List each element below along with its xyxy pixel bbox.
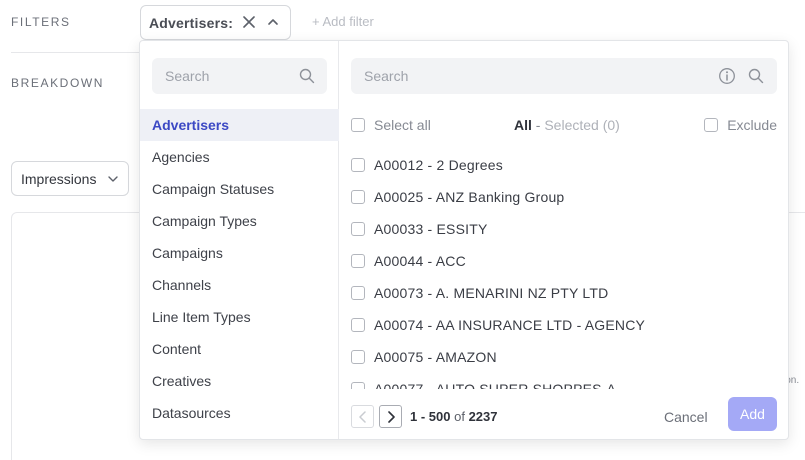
checkbox[interactable]	[351, 118, 365, 132]
info-icon[interactable]	[718, 67, 736, 85]
option-search-input[interactable]: Search	[351, 58, 777, 94]
advertisers-filter-chip[interactable]: Advertisers:	[140, 5, 291, 40]
checkbox[interactable]	[351, 222, 365, 236]
add-filter-button[interactable]: + Add filter	[312, 14, 374, 29]
checkbox[interactable]	[351, 286, 365, 300]
chevron-up-icon[interactable]	[267, 16, 279, 28]
option-label: A00073 - A. MENARINI NZ PTY LTD	[374, 285, 609, 301]
checkbox[interactable]	[704, 118, 719, 132]
filters-label: FILTERS	[11, 15, 71, 29]
option-label: A00012 - 2 Degrees	[374, 157, 503, 173]
selection-controls: Select all All - Selected (0) Exclude	[351, 115, 777, 135]
selection-toggle: All - Selected (0)	[514, 117, 620, 133]
page-total: 2237	[468, 409, 498, 424]
chevron-right-icon	[388, 411, 395, 423]
select-all-checkbox[interactable]: Select all	[351, 117, 431, 133]
option-label: A00077 - AUTO SUPER SHOPPES-A	[374, 381, 617, 389]
checkbox[interactable]	[351, 254, 365, 268]
option-list: A00012 - 2 Degrees A00025 - ANZ Banking …	[351, 149, 781, 389]
list-item[interactable]: A00033 - ESSITY	[351, 213, 781, 245]
category-item-agencies[interactable]: Agencies	[140, 141, 339, 173]
list-item[interactable]: A00044 - ACC	[351, 245, 781, 277]
option-label: A00025 - ANZ Banking Group	[374, 189, 565, 205]
category-list: Advertisers Agencies Campaign Statuses C…	[140, 109, 339, 439]
filter-chip-label: Advertisers:	[149, 14, 234, 31]
category-item-campaign-types[interactable]: Campaign Types	[140, 205, 339, 237]
category-search-input[interactable]: Search	[152, 58, 327, 94]
prev-page-button[interactable]	[351, 405, 374, 428]
select-all-label: Select all	[374, 117, 431, 133]
category-item-advertisers[interactable]: Advertisers	[140, 109, 339, 141]
metric-select-value: Impressions	[21, 170, 97, 187]
metric-select[interactable]: Impressions	[11, 161, 129, 196]
category-item-campaigns[interactable]: Campaigns	[140, 237, 339, 269]
checkbox[interactable]	[351, 382, 365, 389]
checkbox[interactable]	[351, 190, 365, 204]
checkbox[interactable]	[351, 350, 365, 364]
chevron-left-icon	[359, 411, 366, 423]
next-page-button[interactable]	[379, 405, 402, 428]
exclude-label: Exclude	[727, 117, 777, 133]
option-label: A00074 - AA INSURANCE LTD - AGENCY	[374, 317, 646, 333]
list-item[interactable]: A00025 - ANZ Banking Group	[351, 181, 781, 213]
checkbox[interactable]	[351, 158, 365, 172]
filter-dropdown: Search Advertisers Agencies Campaign Sta…	[139, 40, 789, 440]
option-search-placeholder: Search	[364, 68, 409, 84]
divider	[11, 52, 139, 53]
category-item-datasources[interactable]: Datasources	[140, 397, 339, 429]
dropdown-footer: 1 - 500 of 2237 Cancel Add	[339, 397, 788, 437]
list-item[interactable]: A00012 - 2 Degrees	[351, 149, 781, 181]
add-button[interactable]: Add	[728, 397, 777, 431]
list-item[interactable]: A00075 - AMAZON	[351, 341, 781, 373]
breakdown-label: BREAKDOWN	[11, 76, 105, 90]
category-item-line-item-types[interactable]: Line Item Types	[140, 301, 339, 333]
close-icon[interactable]	[242, 15, 256, 29]
category-item-content[interactable]: Content	[140, 333, 339, 365]
checkbox[interactable]	[351, 318, 365, 332]
pagination-info: 1 - 500 of 2237	[410, 409, 498, 424]
search-icon	[748, 68, 764, 84]
all-tab[interactable]: All	[514, 117, 532, 133]
category-search-placeholder: Search	[165, 68, 210, 84]
list-item[interactable]: A00074 - AA INSURANCE LTD - AGENCY	[351, 309, 781, 341]
exclude-checkbox[interactable]: Exclude	[704, 117, 777, 133]
list-item[interactable]: A00077 - AUTO SUPER SHOPPES-A	[351, 373, 781, 389]
option-label: A00033 - ESSITY	[374, 221, 488, 237]
list-item[interactable]: A00073 - A. MENARINI NZ PTY LTD	[351, 277, 781, 309]
page-of: of	[454, 409, 465, 424]
chevron-down-icon	[108, 176, 118, 182]
option-label: A00075 - AMAZON	[374, 349, 497, 365]
category-item-channels[interactable]: Channels	[140, 269, 339, 301]
cancel-button[interactable]: Cancel	[664, 409, 708, 425]
category-item-campaign-statuses[interactable]: Campaign Statuses	[140, 173, 339, 205]
selected-tab[interactable]: Selected (0)	[544, 117, 619, 133]
page-range: 1 - 500	[410, 409, 451, 424]
category-item-creatives[interactable]: Creatives	[140, 365, 339, 397]
category-pane: Search Advertisers Agencies Campaign Sta…	[140, 41, 339, 439]
category-item-demands[interactable]: Demands (Hous)	[140, 429, 339, 439]
tab-separator: -	[531, 117, 545, 133]
search-icon	[299, 68, 315, 84]
options-pane: Search Select all All - Selected (0) Exc…	[339, 41, 788, 439]
option-label: A00044 - ACC	[374, 253, 466, 269]
